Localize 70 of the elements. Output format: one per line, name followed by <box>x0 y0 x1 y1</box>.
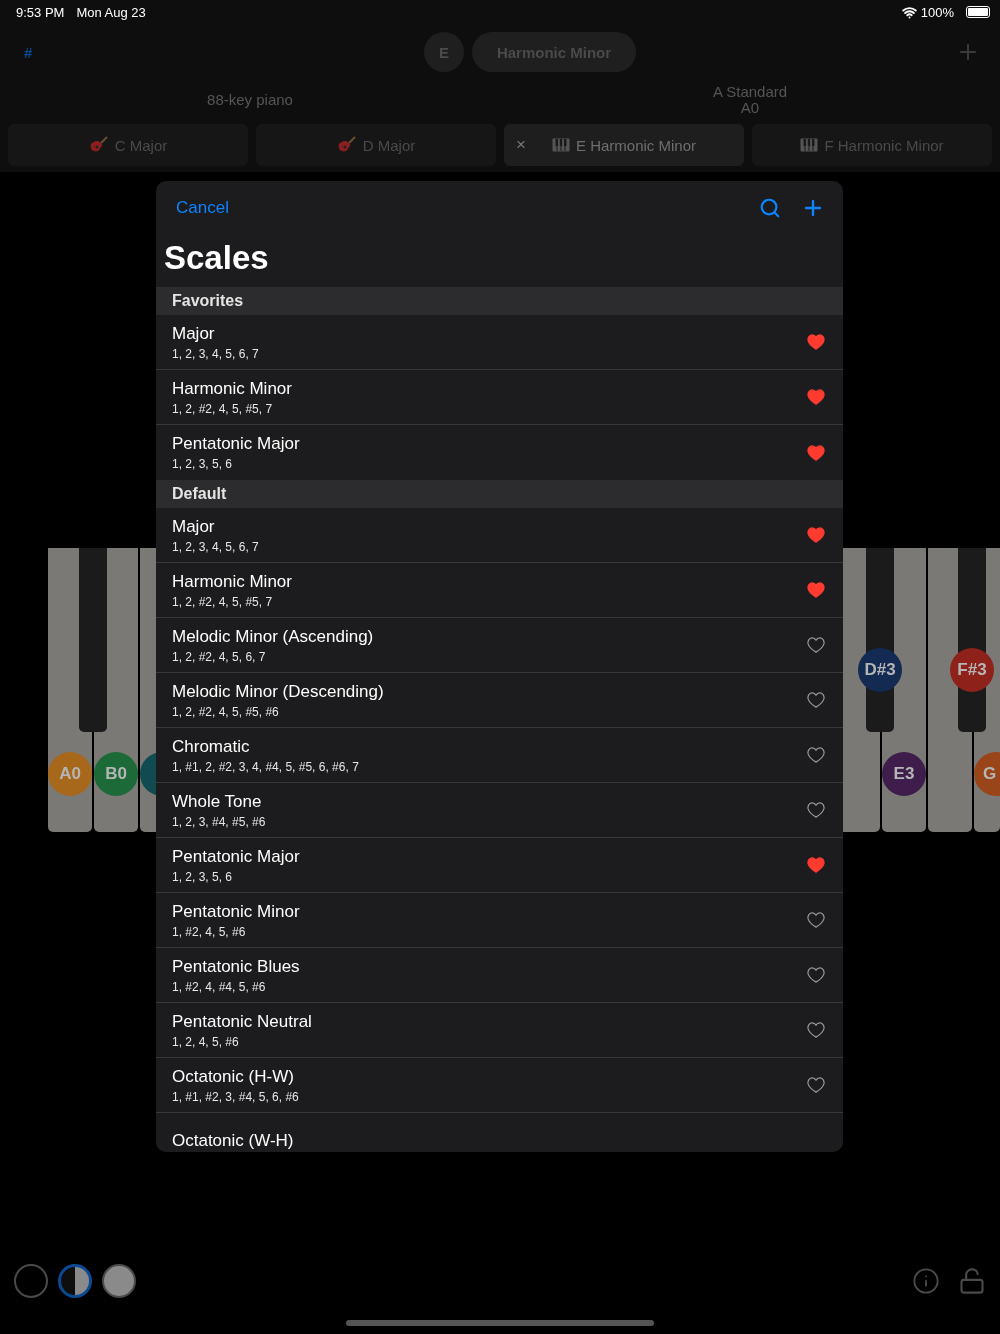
scale-row[interactable]: Pentatonic Major 1, 2, 3, 5, 6 <box>156 838 843 893</box>
scale-row[interactable]: Harmonic Minor 1, 2, #2, 4, 5, #5, 7 <box>156 563 843 618</box>
piano-icon <box>552 138 570 152</box>
scale-row[interactable]: Melodic Minor (Ascending) 1, 2, #2, 4, 5, 6, 7 <box>156 618 843 673</box>
scale-row[interactable]: Pentatonic Blues 1, #2, 4, #4, 5, #6 <box>156 948 843 1003</box>
scale-notes: 1, #2, 4, 5, #6 <box>172 924 247 939</box>
scale-notes: 1, 2, #2, 4, 5, #5, 7 <box>172 401 274 416</box>
preset-tab[interactable]: × E Harmonic Minor <box>504 124 744 166</box>
sheet-title: Scales <box>163 238 270 278</box>
scale-name: Pentatonic Blues <box>172 956 301 977</box>
scale-name: Octatonic (H-W) <box>172 1066 295 1087</box>
scale-row[interactable]: Harmonic Minor 1, 2, #2, 4, 5, #5, 7 <box>156 370 843 425</box>
search-icon[interactable] <box>759 197 781 219</box>
tuning-label: A Standard <box>712 84 788 100</box>
scale-row[interactable]: Pentatonic Major 1, 2, 3, 5, 6 <box>156 425 843 480</box>
display-mode-option[interactable] <box>58 1264 92 1298</box>
scale-notes: 1, #2, 4, #4, 5, #6 <box>172 979 267 994</box>
display-mode-option[interactable] <box>102 1264 136 1298</box>
scale-name: Pentatonic Major <box>172 434 301 454</box>
battery-icon <box>966 6 990 18</box>
scale-notes: 1, 2, 3, 4, 5, 6, 7 <box>172 346 260 361</box>
heart-icon[interactable] <box>807 802 825 818</box>
scale-name: Harmonic Minor <box>172 378 293 399</box>
scale-name: Major <box>172 323 216 344</box>
lowest-note-label: A0 <box>740 100 760 116</box>
section-header: Favorites <box>156 287 843 315</box>
heart-icon[interactable] <box>807 444 825 461</box>
status-time: 9:53 PM <box>16 4 65 20</box>
piano-icon <box>800 138 819 152</box>
scale-notes: 1, 2, 3, 5, 6 <box>172 869 234 884</box>
scale-row[interactable]: Pentatonic Neutral 1, 2, 4, 5, #6 <box>156 1003 843 1058</box>
note-badge: E3 <box>882 752 926 796</box>
scale-row[interactable]: Chromatic 1, #1, 2, #2, 3, 4, #4, 5, #5, 6, #6, 7 <box>156 728 843 783</box>
instrument-label: 88-key piano <box>207 92 293 108</box>
scale-row[interactable]: Pentatonic Minor 1, #2, 4, 5, #6 <box>156 893 843 948</box>
heart-icon[interactable] <box>807 389 825 405</box>
heart-icon[interactable] <box>807 857 825 873</box>
heart-icon[interactable] <box>807 1077 825 1093</box>
heart-icon[interactable] <box>807 1022 825 1038</box>
heart-icon[interactable] <box>807 967 825 983</box>
heart-icon[interactable] <box>807 582 825 598</box>
wifi-icon <box>901 4 917 20</box>
scale-notes: 1, 2, 4, 5, #6 <box>172 1034 240 1049</box>
note-badge: A0 <box>48 752 92 796</box>
scale-row[interactable]: Major 1, 2, 3, 4, 5, 6, 7 <box>156 508 843 563</box>
heart-icon[interactable] <box>807 334 825 350</box>
heart-icon[interactable] <box>807 637 825 653</box>
scale-row[interactable]: Major 1, 2, 3, 4, 5, 6, 7 <box>156 315 843 370</box>
heart-icon[interactable] <box>807 912 825 928</box>
scale-name: Major <box>172 516 216 537</box>
scale-notes: 1, #1, #2, 3, #4, 5, 6, #6 <box>172 1089 300 1104</box>
heart-icon[interactable] <box>807 747 825 763</box>
scale-notes: 1, 2, 3, 5, 6 <box>172 457 234 471</box>
note-badge: B0 <box>94 752 138 796</box>
scale-name: Pentatonic Neutral <box>172 1011 313 1032</box>
close-icon[interactable]: × <box>516 136 526 154</box>
scale-row[interactable]: Melodic Minor (Descending) 1, 2, #2, 4, 5, #5, #6 <box>156 673 843 728</box>
section-header: Default <box>156 480 843 508</box>
heart-icon[interactable] <box>807 692 825 708</box>
scale-row[interactable]: Whole Tone 1, 2, 3, #4, #5, #6 <box>156 783 843 838</box>
cancel-button[interactable]: Cancel <box>176 198 229 218</box>
scale-name: Pentatonic Major <box>172 846 301 867</box>
scale-name: Pentatonic Minor <box>172 901 301 922</box>
scale-row[interactable]: Octatonic (W-H) <box>156 1113 843 1152</box>
battery-percent: 100% <box>920 4 954 20</box>
scale-name: Octatonic (W-H) <box>172 1130 295 1151</box>
scale-row[interactable]: Octatonic (H-W) 1, #1, #2, 3, #4, 5, 6, #6 <box>156 1058 843 1113</box>
heart-icon[interactable] <box>807 527 825 543</box>
status-date: Mon Aug 23 <box>76 4 146 20</box>
note-badge: G <box>974 752 1000 796</box>
